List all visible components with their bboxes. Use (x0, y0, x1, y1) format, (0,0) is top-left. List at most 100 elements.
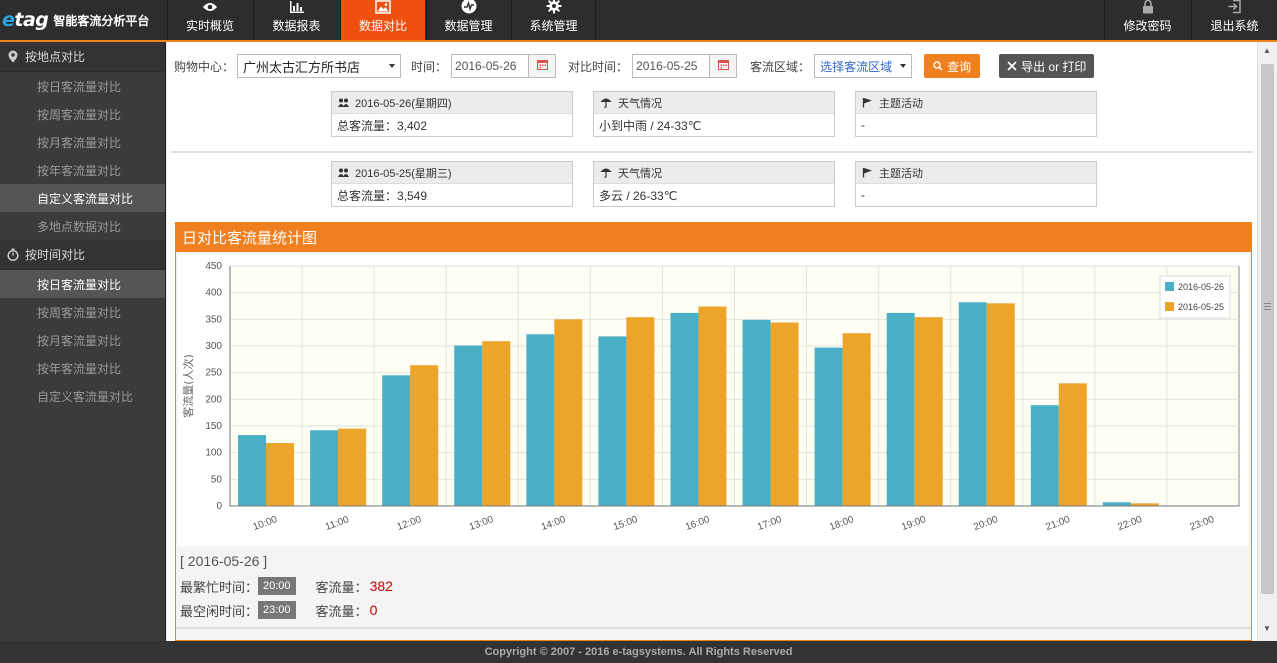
scroll-down-arrow[interactable]: ▼ (1263, 624, 1271, 633)
bar-2016-05-25-20:00 (986, 303, 1015, 506)
day1-date-card: 2016-05-26(星期四) 总客流量：3,402 (331, 91, 573, 137)
people-icon (338, 168, 349, 177)
logo: etag 智能客流分析平台 (0, 0, 167, 40)
x-tick-label: 10:00 (252, 514, 280, 533)
y-tick-label: 100 (205, 448, 222, 459)
gear-icon (546, 0, 562, 14)
stats-date: [ 2016-05-26 ] (180, 553, 268, 569)
bar-2016-05-26-22:00 (1102, 502, 1131, 506)
bar-2016-05-26-21:00 (1030, 405, 1059, 506)
search-icon (933, 61, 943, 71)
busiest-count-label: 客流量： (315, 579, 368, 595)
sidebar-group-by-time[interactable]: 按时间对比 (0, 240, 165, 270)
calendar-button[interactable] (529, 54, 557, 78)
area-select[interactable]: 选择客流区域 (814, 54, 913, 78)
brand-logo: etag (2, 9, 49, 31)
bar-2016-05-26-19:00 (886, 312, 915, 506)
y-axis-label: 客流量(人次) (181, 354, 195, 418)
bar-2016-05-26-14:00 (526, 334, 555, 506)
day1-weather: 小到中雨 / 24-33℃ (599, 118, 702, 133)
compare-calendar-button[interactable] (710, 54, 738, 78)
y-tick-label: 250 (205, 368, 222, 379)
day2-activity-card: 主题活动 - (855, 161, 1097, 207)
platform-name: 智能客流分析平台 (53, 13, 150, 28)
x-tick-label: 16:00 (684, 514, 712, 533)
sidebar-item-daily-compare[interactable]: 按日客流量对比 (0, 72, 165, 100)
legend-swatch-2016-05-26 (1165, 282, 1174, 291)
nav-realtime[interactable]: 实时概览 (167, 0, 252, 40)
bar-2016-05-26-11:00 (310, 430, 339, 506)
y-tick-label: 300 (205, 341, 222, 352)
change-password-button[interactable]: 修改密码 (1104, 0, 1190, 40)
location-pin-icon (6, 50, 20, 63)
scroll-up-arrow[interactable]: ▲ (1263, 46, 1271, 55)
idlest-count: 0 (369, 602, 378, 618)
sidebar-item-custom-compare[interactable]: 自定义客流量对比 (0, 184, 165, 212)
sidebar-item-yearly-compare[interactable]: 按年客流量对比 (0, 156, 165, 184)
chevron-down-icon (900, 64, 907, 68)
flag-icon (862, 97, 873, 108)
date-input[interactable]: 2016-05-26 (451, 54, 530, 78)
umbrella-icon (600, 167, 612, 178)
y-tick-label: 0 (216, 501, 222, 512)
sidebar-item-multi-location[interactable]: 多地点数据对比 (0, 212, 165, 240)
legend-label-2016-05-25: 2016-05-25 (1178, 302, 1224, 312)
x-tick-label: 12:00 (396, 514, 424, 533)
logout-button[interactable]: 退出系统 (1191, 0, 1277, 40)
x-tick-label: 23:00 (1188, 514, 1216, 533)
exit-icon (1227, 0, 1242, 14)
x-tick-label: 15:00 (612, 514, 640, 533)
day2-date-card: 2016-05-25(星期三) 总客流量：3,549 (331, 161, 573, 207)
sidebar-item-time-monthly[interactable]: 按月客流量对比 (0, 326, 165, 354)
mall-select[interactable]: 广州太古汇方所书店 (237, 54, 402, 78)
bar-2016-05-26-20:00 (958, 302, 987, 506)
tools-icon (1007, 61, 1017, 71)
bar-2016-05-25-11:00 (338, 428, 367, 506)
export-print-button[interactable]: 导出 or 打印 (999, 54, 1095, 78)
x-tick-label: 17:00 (756, 514, 784, 533)
scrollbar-thumb[interactable] (1261, 64, 1274, 594)
sidebar-item-time-yearly[interactable]: 按年客流量对比 (0, 354, 165, 382)
nav-data-management[interactable]: 数据管理 (426, 0, 510, 40)
sidebar-item-time-weekly[interactable]: 按周客流量对比 (0, 298, 165, 326)
footer: Copyright © 2007 - 2016 e-tagsystems. Al… (0, 641, 1277, 663)
y-tick-label: 150 (205, 421, 222, 432)
idlest-time: 23:00 (258, 601, 296, 619)
day1-total: 总客流量：3,402 (337, 118, 428, 133)
nav-system-management[interactable]: 系统管理 (511, 0, 596, 40)
compare-time-label: 对比时间： (568, 59, 629, 74)
bar-2016-05-25-14:00 (554, 319, 583, 506)
filter-bar: 购物中心： 广州太古汇方所书店 时间： 2016-05-26 对比时间： 201… (174, 54, 1095, 78)
idlest-count-label: 客流量： (315, 603, 368, 619)
lock-icon (1142, 0, 1154, 14)
compare-date-input[interactable]: 2016-05-25 (632, 54, 711, 78)
sidebar-item-time-daily[interactable]: 按日客流量对比 (0, 270, 165, 298)
scrollbar-grip (1264, 303, 1271, 310)
bar-2016-05-26-10:00 (238, 435, 267, 506)
busiest-label: 最繁忙时间： (180, 579, 259, 595)
chart-panel: 日对比客流量统计图 0 50 100 150 200 250 300 350 400 450 10:… (175, 222, 1252, 641)
query-button[interactable]: 查询 (924, 54, 981, 78)
y-tick-label: 200 (205, 394, 222, 405)
day1-weather-card: 天气情况 小到中雨 / 24-33℃ (593, 91, 835, 137)
sidebar-group-by-location[interactable]: 按地点对比 (0, 42, 165, 72)
sidebar-item-time-custom[interactable]: 自定义客流量对比 (0, 382, 165, 410)
bar-chart: 0 50 100 150 200 250 300 350 400 450 10:00 11:00 12:… (181, 261, 1240, 533)
day2-weather-card: 天气情况 多云 / 26-33℃ (593, 161, 835, 207)
vertical-scrollbar[interactable]: ▲ ▼ (1257, 42, 1277, 641)
chevron-down-icon (389, 64, 396, 68)
x-tick-label: 14:00 (540, 514, 568, 533)
eye-icon (202, 0, 218, 14)
sidebar-item-monthly-compare[interactable]: 按月客流量对比 (0, 128, 165, 156)
bar-chart-icon (289, 0, 305, 14)
chart-panel-title: 日对比客流量统计图 (176, 222, 1251, 252)
x-tick-label: 11:00 (324, 514, 351, 533)
nav-reports[interactable]: 数据报表 (253, 0, 339, 40)
y-tick-label: 450 (205, 261, 222, 272)
bar-2016-05-26-17:00 (742, 319, 771, 506)
y-tick-label: 400 (205, 288, 222, 299)
nav-compare[interactable]: 数据对比 (340, 0, 425, 40)
sidebar-item-weekly-compare[interactable]: 按周客流量对比 (0, 100, 165, 128)
x-tick-label: 13:00 (468, 514, 496, 533)
bar-2016-05-26-18:00 (814, 347, 843, 506)
